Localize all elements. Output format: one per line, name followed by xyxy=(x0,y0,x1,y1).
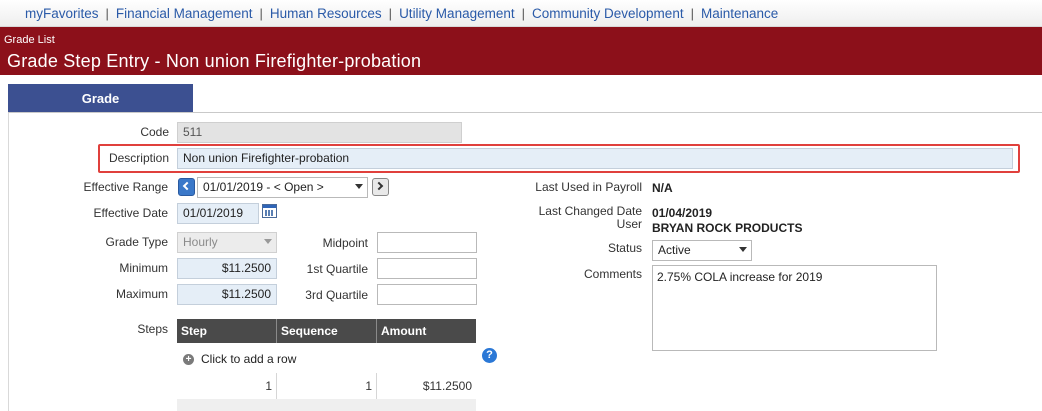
top-navigation: myFavorites | Financial Management | Hum… xyxy=(0,0,1042,27)
code-label: Code xyxy=(140,125,169,139)
chevron-right-icon[interactable] xyxy=(372,178,389,196)
midpoint-input[interactable] xyxy=(377,232,477,253)
comments-label: Comments xyxy=(583,267,642,281)
description-label: Description xyxy=(108,151,169,165)
cell-amount[interactable]: $11.2500 xyxy=(377,373,476,399)
column-step[interactable]: Step xyxy=(177,319,277,343)
nav-separator: | xyxy=(388,5,393,21)
maximum-input[interactable]: $11.2500 xyxy=(177,284,277,305)
nav-separator: | xyxy=(259,5,263,21)
effective-date-input[interactable]: 01/01/2019 xyxy=(177,203,259,224)
nav-separator: | xyxy=(105,5,109,21)
column-sequence[interactable]: Sequence xyxy=(277,319,377,343)
calendar-icon[interactable] xyxy=(262,204,277,218)
grade-type-value: Hourly xyxy=(183,235,218,249)
last-used-label: Last Used in Payroll xyxy=(535,180,642,194)
add-row-button[interactable]: + Click to add a row xyxy=(183,352,296,366)
first-quartile-label: 1st Quartile xyxy=(306,262,368,276)
grade-type-select: Hourly xyxy=(177,232,277,253)
third-quartile-label: 3rd Quartile xyxy=(305,288,368,302)
steps-grid-header: Step Sequence Amount xyxy=(177,319,476,343)
steps-grid: + Click to add a row 1 1 $11.2500 xyxy=(177,343,476,411)
nav-myfavorites[interactable]: myFavorites xyxy=(25,6,99,21)
add-circle-icon: + xyxy=(183,354,194,365)
last-changed-date-label: Last Changed Date xyxy=(538,204,642,218)
add-row-label: Click to add a row xyxy=(201,352,297,366)
user-label: User xyxy=(616,217,642,231)
description-input[interactable]: Non union Firefighter-probation xyxy=(177,148,1013,169)
nav-human-resources[interactable]: Human Resources xyxy=(270,6,382,21)
nav-financial-management[interactable]: Financial Management xyxy=(116,6,253,21)
chevron-down-icon xyxy=(739,247,747,252)
breadcrumb-grade-list[interactable]: Grade List xyxy=(4,34,55,46)
column-amount[interactable]: Amount xyxy=(377,319,476,343)
page-title: Grade Step Entry - Non union Firefighter… xyxy=(7,51,422,71)
nav-community-development[interactable]: Community Development xyxy=(532,6,684,21)
chevron-down-icon xyxy=(355,184,363,189)
page-banner: Grade List Grade Step Entry - Non union … xyxy=(0,27,1042,75)
table-row[interactable]: 1 1 $11.2500 xyxy=(177,373,476,399)
effective-range-label: Effective Range xyxy=(83,180,169,194)
grid-footer xyxy=(177,399,476,411)
status-value: Active xyxy=(658,243,691,257)
effective-range-select[interactable]: 01/01/2019 - < Open > xyxy=(197,177,368,198)
chevron-left-icon[interactable] xyxy=(178,178,195,196)
maximum-label: Maximum xyxy=(115,287,168,301)
cell-sequence[interactable]: 1 xyxy=(277,373,377,399)
status-select[interactable]: Active xyxy=(652,240,752,261)
minimum-label: Minimum xyxy=(119,261,168,275)
last-changed-date-value: 01/04/2019 xyxy=(652,206,713,220)
effective-date-label: Effective Date xyxy=(93,206,168,220)
last-used-value: N/A xyxy=(652,181,673,195)
cell-step[interactable]: 1 xyxy=(177,373,277,399)
nav-separator: | xyxy=(690,5,694,21)
help-icon[interactable]: ? xyxy=(482,348,497,363)
effective-range-value: 01/01/2019 - < Open > xyxy=(203,180,324,194)
grade-type-label: Grade Type xyxy=(105,235,168,249)
code-field: 511 xyxy=(177,122,462,143)
chevron-down-icon xyxy=(264,239,272,244)
minimum-input[interactable]: $11.2500 xyxy=(177,258,277,279)
steps-label: Steps xyxy=(137,322,168,336)
midpoint-label: Midpoint xyxy=(322,236,368,250)
tab-grade[interactable]: Grade xyxy=(8,84,193,113)
nav-utility-management[interactable]: Utility Management xyxy=(399,6,515,21)
tab-divider xyxy=(8,112,1042,113)
user-value: BRYAN ROCK PRODUCTS xyxy=(652,221,803,235)
nav-maintenance[interactable]: Maintenance xyxy=(701,6,778,21)
panel-border xyxy=(8,113,9,411)
third-quartile-input[interactable] xyxy=(377,284,477,305)
status-label: Status xyxy=(607,241,642,255)
nav-separator: | xyxy=(521,5,526,21)
comments-textarea[interactable]: 2.75% COLA increase for 2019 xyxy=(652,265,937,351)
first-quartile-input[interactable] xyxy=(377,258,477,279)
